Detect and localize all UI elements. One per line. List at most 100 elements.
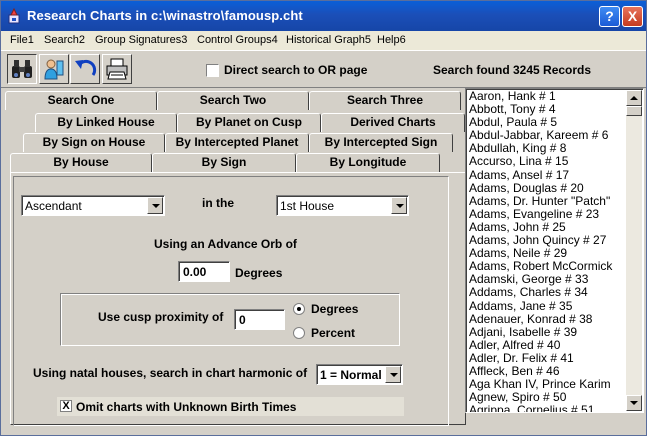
menu-group-signatures-num: 3: [181, 34, 188, 46]
cusp-proximity-label: Use cusp proximity of: [98, 310, 224, 324]
person-search-button[interactable]: [39, 54, 69, 84]
list-item[interactable]: Adams, Douglas # 20: [468, 182, 626, 195]
title-bar[interactable]: Research Charts in c:\winastro\famousp.c…: [1, 1, 646, 31]
app-icon: [8, 8, 20, 24]
omit-unknown-times-checkbox[interactable]: X: [60, 400, 72, 412]
list-item[interactable]: Adams, Evangeline # 23: [468, 208, 626, 221]
tab-by-longitude[interactable]: By Longitude: [296, 153, 440, 172]
tab-search-one[interactable]: Search One: [5, 91, 157, 110]
harmonic-select[interactable]: 1 = Normal: [316, 364, 403, 385]
list-item[interactable]: Adjani, Isabelle # 39: [468, 326, 626, 339]
list-item[interactable]: Abdul, Paula # 5: [468, 116, 626, 129]
harmonic-select-arrow-icon[interactable]: [385, 366, 401, 383]
binoculars-button[interactable]: [7, 54, 37, 84]
list-item[interactable]: Adams, Neile # 29: [468, 247, 626, 260]
planet-select[interactable]: Ascendant: [21, 195, 165, 216]
list-item[interactable]: Adler, Alfred # 40: [468, 339, 626, 352]
menu-historical-graph[interactable]: Historical Graph5: [286, 34, 371, 46]
person-search-icon: [44, 59, 64, 80]
list-item[interactable]: Adenauer, Konrad # 38: [468, 313, 626, 326]
window-title: Research Charts in c:\winastro\famousp.c…: [27, 8, 303, 23]
cusp-proximity-value: 0: [239, 313, 246, 327]
menu-file[interactable]: File1: [10, 34, 34, 46]
records-scrollbar[interactable]: [626, 90, 642, 411]
menu-search[interactable]: Search2: [44, 34, 85, 46]
scroll-down-icon[interactable]: [626, 395, 642, 411]
radio-percent-label: Percent: [311, 326, 356, 340]
direct-search-checkbox[interactable]: [206, 64, 219, 77]
cusp-proximity-input[interactable]: 0: [234, 309, 285, 330]
house-select-arrow-icon[interactable]: [391, 197, 407, 214]
list-item[interactable]: Aga Khan IV, Prince Karim: [468, 378, 626, 391]
tab-search-three[interactable]: Search Three: [309, 91, 461, 110]
house-select[interactable]: 1st House: [276, 195, 409, 216]
help-button[interactable]: ?: [599, 6, 620, 27]
radio-percent[interactable]: [293, 327, 305, 339]
tab-by-house[interactable]: By House: [10, 153, 152, 174]
records-found-label: Search found 3245 Records: [433, 63, 592, 77]
menu-file-num: 1: [27, 34, 34, 46]
list-item[interactable]: Adams, Ansel # 17: [468, 169, 626, 182]
list-item[interactable]: Abbott, Tony # 4: [468, 103, 626, 116]
direct-search-label: Direct search to OR page: [224, 63, 368, 77]
list-item[interactable]: Abdullah, King # 8: [468, 142, 626, 155]
menu-group-signatures[interactable]: Group Signatures3: [95, 34, 187, 46]
tab-by-sign-on-house[interactable]: By Sign on House: [23, 133, 165, 152]
menu-search-label: Search: [44, 34, 79, 46]
list-item[interactable]: Accurso, Lina # 15: [468, 155, 626, 168]
undo-button[interactable]: [70, 54, 100, 84]
menu-control-groups-label: Control Groups: [197, 34, 272, 46]
house-select-value: 1st House: [280, 199, 335, 213]
harmonic-select-value: 1 = Normal: [320, 368, 382, 382]
orb-input[interactable]: 0.00: [178, 261, 230, 282]
records-list: Aaron, Hank # 1 Abbott, Tony # 4 Abdul, Pa…: [468, 90, 626, 412]
menu-control-groups-num: 4: [271, 34, 278, 46]
planet-select-arrow-icon[interactable]: [147, 197, 163, 214]
menu-help-label: Help: [377, 34, 400, 46]
list-item[interactable]: Addams, Charles # 34: [468, 286, 626, 299]
menu-search-num: 2: [78, 34, 85, 46]
orb-input-value: 0.00: [183, 265, 207, 279]
list-item[interactable]: Abdul-Jabbar, Kareem # 6: [468, 129, 626, 142]
list-item[interactable]: Adams, John # 25: [468, 221, 626, 234]
scroll-up-icon[interactable]: [626, 90, 642, 106]
list-item[interactable]: Agrippa, Cornelius # 51: [468, 404, 626, 412]
list-item[interactable]: Adams, Dr. Hunter "Patch": [468, 195, 626, 208]
research-charts-window: Research Charts in c:\winastro\famousp.c…: [0, 0, 647, 436]
print-button[interactable]: [102, 54, 132, 84]
menu-historical-graph-num: 5: [364, 34, 371, 46]
undo-icon: [75, 59, 97, 76]
list-item[interactable]: Adams, John Quincy # 27: [468, 234, 626, 247]
orb-degrees-label: Degrees: [235, 266, 283, 280]
tab-by-linked-house[interactable]: By Linked House: [35, 113, 177, 132]
tab-derived-charts[interactable]: Derived Charts: [321, 113, 465, 132]
tab-by-intercepted-sign[interactable]: By Intercepted Sign: [309, 133, 453, 152]
tab-by-planet-on-cusp[interactable]: By Planet on Cusp: [177, 113, 321, 132]
list-item[interactable]: Adler, Dr. Felix # 41: [468, 352, 626, 365]
scroll-thumb[interactable]: [626, 106, 642, 116]
close-button[interactable]: X: [622, 6, 643, 27]
records-listbox[interactable]: Aaron, Hank # 1 Abbott, Tony # 4 Abdul, Pa…: [465, 88, 644, 413]
menu-help[interactable]: Help6: [377, 34, 406, 46]
tab-by-sign[interactable]: By Sign: [152, 153, 296, 172]
menu-help-num: 6: [399, 34, 406, 46]
menu-group-signatures-label: Group Signatures: [95, 34, 182, 46]
list-item[interactable]: Agnew, Spiro # 50: [468, 391, 626, 404]
list-item[interactable]: Adams, Robert McCormick: [468, 260, 626, 273]
tab-search-two[interactable]: Search Two: [157, 91, 309, 110]
printer-icon: [106, 58, 128, 80]
planet-select-value: Ascendant: [25, 199, 82, 213]
omit-unknown-times-label: Omit charts with Unknown Birth Times: [76, 400, 297, 414]
list-item[interactable]: Affleck, Ben # 46: [468, 365, 626, 378]
tab-by-intercepted-planet[interactable]: By Intercepted Planet: [165, 133, 309, 152]
harmonic-label: Using natal houses, search in chart harm…: [33, 366, 308, 380]
menu-control-groups[interactable]: Control Groups4: [197, 34, 278, 46]
radio-degrees[interactable]: [293, 303, 305, 315]
list-item[interactable]: Adamski, George # 33: [468, 273, 626, 286]
menu-bar: File1 Search2 Group Signatures3 Control …: [1, 31, 646, 50]
omit-unknown-times-row[interactable]: X Omit charts with Unknown Birth Times: [57, 397, 404, 416]
toolbar: Direct search to OR page Search found 32…: [1, 50, 646, 88]
list-item[interactable]: Addams, Jane # 35: [468, 300, 626, 313]
list-item[interactable]: Aaron, Hank # 1: [468, 90, 626, 103]
in-the-label: in the: [202, 196, 234, 210]
